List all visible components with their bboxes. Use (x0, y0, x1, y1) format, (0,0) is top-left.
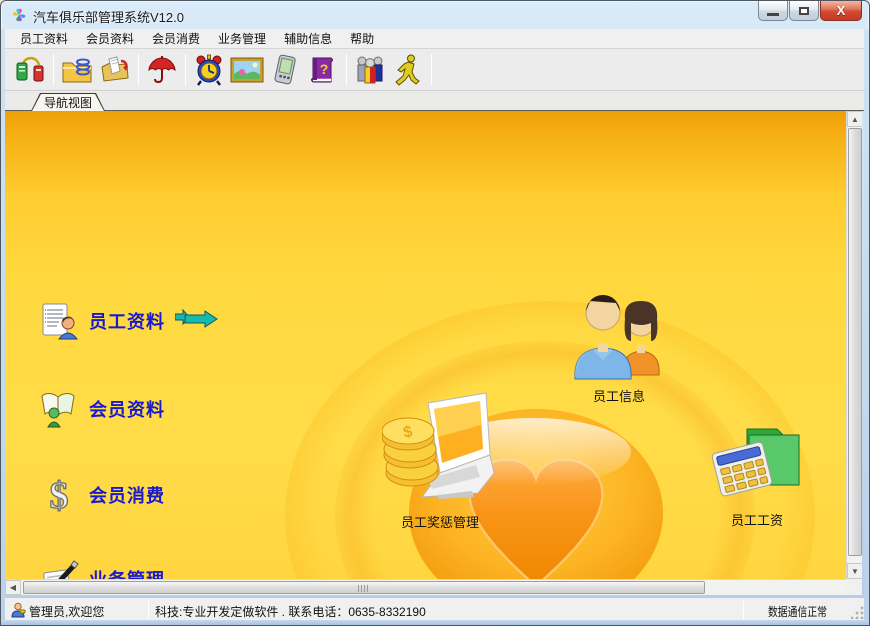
titlebar[interactable]: 汽车俱乐部管理系统V12.0 X (1, 1, 869, 29)
tab-label: 导航视图 (44, 94, 92, 111)
shortcut-label: 员工信息 (593, 386, 645, 405)
toolbar-separator (138, 54, 139, 86)
comm-phones-icon[interactable] (11, 52, 49, 88)
scroll-up-button[interactable]: ▲ (847, 111, 862, 127)
dollar-icon: $ (39, 475, 79, 515)
window-title: 汽车俱乐部管理系统V12.0 (33, 7, 184, 26)
navigation-canvas: 员工资料 会员资料 (5, 111, 862, 579)
calculator-folder-icon (709, 423, 805, 507)
vertical-scroll-thumb[interactable] (848, 128, 862, 556)
menu-bar: 员工资料 会员资料 会员消费 业务管理 辅助信息 帮助 (5, 29, 867, 49)
minimize-icon (767, 13, 779, 16)
notepad-pen-icon (39, 559, 79, 579)
toolbar-separator (431, 54, 432, 86)
employee-card-icon (39, 301, 79, 341)
status-separator (743, 601, 744, 620)
toolbar-separator (346, 54, 347, 86)
status-marquee: 科技:专业开发定做软件 . 联系电话：0635-8332190 (155, 603, 426, 620)
shortcut-salary[interactable]: 员工工资 (705, 423, 809, 529)
shortcut-label: 员工工资 (731, 510, 783, 529)
nav-item-member-consumption[interactable]: $ 会员消费 (39, 475, 165, 515)
scroll-down-button[interactable]: ▼ (847, 563, 862, 579)
menu-member-consumption[interactable]: 会员消费 (143, 28, 209, 49)
scroll-left-button[interactable]: ◀ (5, 580, 21, 595)
minimize-button[interactable] (758, 1, 788, 21)
laptop-coins-icon: $ (382, 389, 498, 509)
status-comm: 数据通信正常 (768, 603, 827, 620)
nav-label: 业务管理 (89, 566, 165, 579)
people-group-icon[interactable] (351, 52, 389, 88)
pda-icon[interactable] (266, 52, 304, 88)
vertical-scrollbar[interactable]: ▲ ▼ (846, 111, 862, 579)
menu-business-management[interactable]: 业务管理 (209, 28, 275, 49)
svg-text:?: ? (320, 61, 329, 77)
horizontal-scroll-thumb[interactable] (23, 581, 705, 594)
horizontal-scrollbar[interactable]: ◀ (5, 579, 846, 595)
menu-auxiliary-info[interactable]: 辅助信息 (275, 28, 341, 49)
shortcut-reward-management[interactable]: $ 员工奖惩管理 (381, 389, 499, 531)
maximize-icon (799, 7, 809, 15)
menu-employee-data[interactable]: 员工资料 (11, 28, 77, 49)
nav-label: 会员资料 (89, 396, 165, 422)
shortcut-employee-info[interactable]: 员工信息 (563, 283, 675, 405)
window-border-right (864, 29, 869, 622)
nav-label: 员工资料 (89, 308, 165, 334)
toolbar-separator (53, 54, 54, 86)
help-book-icon[interactable]: ? (304, 52, 342, 88)
two-people-icon (567, 283, 671, 383)
umbrella-icon[interactable] (143, 52, 181, 88)
toolbar: ? (5, 49, 867, 91)
maximize-button[interactable] (789, 1, 819, 21)
picture-icon[interactable] (228, 52, 266, 88)
thumb-grip (358, 585, 370, 592)
close-icon: X (837, 4, 846, 17)
admin-user-icon (10, 602, 26, 618)
zip-folder-icon[interactable] (58, 52, 96, 88)
window-border-left (1, 29, 5, 622)
member-book-icon (39, 389, 79, 429)
alarm-clock-icon[interactable] (190, 52, 228, 88)
selected-arrow-icon (175, 307, 219, 336)
pinwheel-icon (11, 7, 27, 23)
menu-help[interactable]: 帮助 (341, 28, 383, 49)
nav-label: 会员消费 (89, 482, 165, 508)
nav-item-business-management[interactable]: 业务管理 (39, 559, 165, 579)
toolbar-separator (185, 54, 186, 86)
extract-folder-icon[interactable] (96, 52, 134, 88)
exit-walker-icon[interactable] (389, 52, 427, 88)
app-window: 汽车俱乐部管理系统V12.0 X 员工资料 会员资料 会员消费 业务管理 辅助信… (0, 0, 870, 626)
status-separator (148, 601, 149, 620)
close-button[interactable]: X (820, 1, 862, 21)
status-welcome: 管理员,欢迎您 (29, 603, 104, 620)
tab-navigation-view[interactable]: 导航视图 (31, 93, 105, 111)
tab-bar: 导航视图 (5, 91, 867, 111)
scrollbar-corner (846, 579, 862, 595)
nav-item-member-data[interactable]: 会员资料 (39, 389, 165, 429)
resize-grip[interactable] (851, 606, 864, 619)
window-border-bottom (1, 620, 869, 625)
shortcut-label: 员工奖惩管理 (401, 512, 479, 531)
svg-text:$: $ (50, 475, 69, 515)
status-bar: 管理员,欢迎您 科技:专业开发定做软件 . 联系电话：0635-8332190 … (5, 597, 867, 622)
menu-member-data[interactable]: 会员资料 (77, 28, 143, 49)
nav-item-employee-data[interactable]: 员工资料 (39, 301, 219, 341)
